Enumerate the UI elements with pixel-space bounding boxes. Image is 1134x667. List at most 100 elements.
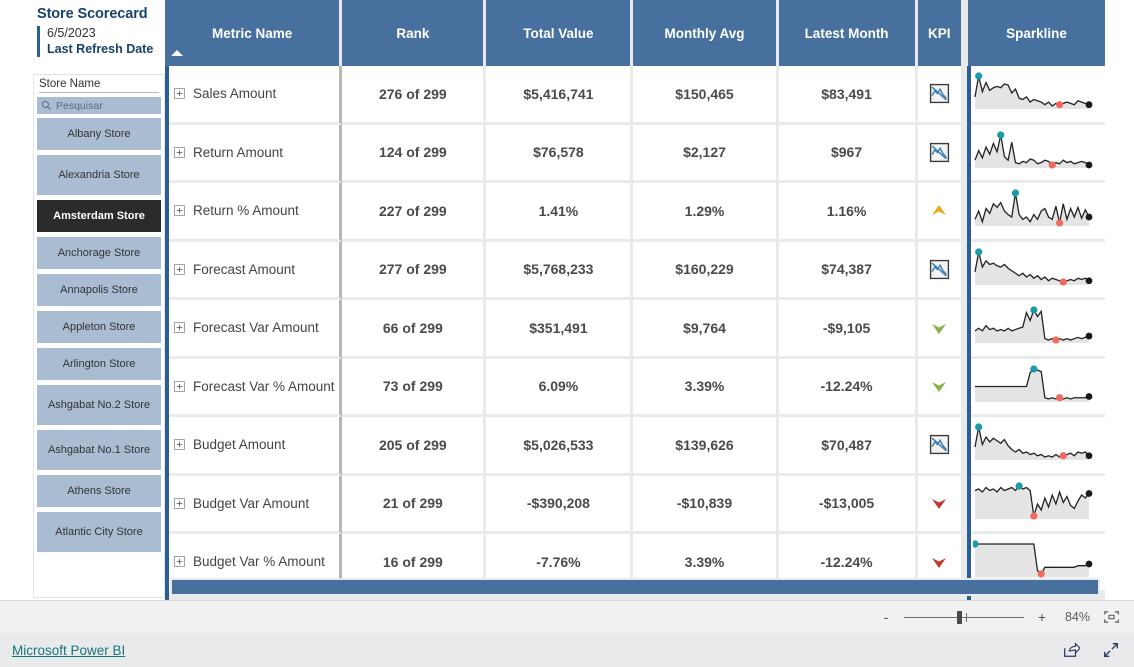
zoom-slider[interactable]: [904, 610, 1024, 624]
metric-name-label: Forecast Amount: [193, 261, 296, 277]
metric-name-label: Budget Var Amount: [193, 495, 310, 511]
store-slicer-label: Anchorage Store: [57, 246, 141, 259]
expand-plus-icon[interactable]: [174, 556, 185, 568]
expand-plus-icon[interactable]: [174, 146, 185, 158]
store-slicer-item[interactable]: Annapolis Store: [37, 274, 161, 306]
microsoft-power-bi-link[interactable]: Microsoft Power BI: [12, 643, 125, 658]
cell-metric-name[interactable]: Return Amount: [165, 124, 343, 183]
cell-rank: 227 of 299: [342, 183, 487, 242]
cell-total-value: $5,416,741: [486, 66, 634, 125]
arrow-down-icon: [932, 323, 947, 334]
table-row[interactable]: Budget Var Amount 21 of 299 -$390,208 -$10,…: [165, 475, 1105, 534]
column-header-monthly-avg[interactable]: Monthly Avg: [633, 0, 779, 66]
table-row[interactable]: Return % Amount 227 of 299 1.41% 1.29% 1.16%: [165, 183, 1105, 242]
table-row[interactable]: Forecast Amount 277 of 299 $5,768,233 $160,…: [165, 241, 1105, 300]
store-slicer-label: Ashgabat No.2 Store: [47, 398, 151, 411]
cell-metric-name[interactable]: Budget Amount: [165, 417, 343, 476]
column-header-label: Latest Month: [804, 25, 889, 41]
table-row[interactable]: Return Amount 124 of 299 $76,578 $2,127 $967: [165, 124, 1105, 183]
store-slicer-label: Albany Store: [67, 127, 131, 140]
sparkline-low-marker: [1052, 336, 1060, 344]
cell-rank: 124 of 299: [342, 124, 487, 183]
store-slicer-item[interactable]: Ashgabat No.1 Store: [37, 430, 161, 470]
cell-latest-month: -12.24%: [778, 358, 918, 417]
zoom-out-button[interactable]: -: [881, 609, 891, 625]
store-slicer-item[interactable]: Athens Store: [37, 475, 161, 507]
cell-metric-name[interactable]: Forecast Amount: [165, 241, 343, 300]
cell-metric-name[interactable]: Forecast Var % Amount: [165, 358, 343, 417]
cell-sparkline: [967, 358, 1105, 417]
cell-metric-name[interactable]: Sales Amount: [165, 66, 343, 125]
sparkline-end-marker: [1086, 277, 1093, 284]
metric-name-label: Return Amount: [193, 144, 284, 160]
expand-arrows-icon[interactable]: [1102, 641, 1120, 659]
store-slicer-item[interactable]: Albany Store: [37, 118, 161, 150]
store-list[interactable]: Albany Store Alexandria Store Amsterdam St…: [34, 114, 164, 552]
store-slicer-item[interactable]: Anchorage Store: [37, 237, 161, 269]
zoom-slider-thumb[interactable]: [957, 611, 962, 624]
search-input[interactable]: Pesquisar: [37, 97, 161, 114]
cell-rank: 21 of 299: [342, 475, 487, 534]
table-row[interactable]: Forecast Var % Amount 73 of 299 6.09% 3.39%…: [165, 358, 1105, 417]
cell-sparkline: [967, 66, 1105, 125]
expand-plus-icon[interactable]: [174, 205, 185, 217]
cell-metric-name[interactable]: Budget Var Amount: [165, 475, 343, 534]
expand-plus-icon[interactable]: [174, 380, 185, 392]
share-icon[interactable]: [1062, 641, 1080, 659]
cell-rank: 205 of 299: [342, 417, 487, 476]
expand-plus-icon[interactable]: [174, 263, 185, 275]
table-row[interactable]: Sales Amount 276 of 299 $5,416,741 $150,465…: [165, 66, 1105, 125]
sort-ascending-icon: [171, 50, 183, 56]
horizontal-scrollbar[interactable]: [170, 578, 1100, 596]
cell-metric-name[interactable]: Return % Amount: [165, 183, 343, 242]
cell-monthly-avg: 3.39%: [633, 358, 779, 417]
cell-latest-month: $83,491: [778, 66, 918, 125]
slicer-header: Store Name: [34, 75, 164, 93]
expand-plus-icon[interactable]: [174, 439, 185, 451]
store-slicer-item[interactable]: Amsterdam Store: [37, 200, 161, 232]
sparkline-chart: [974, 72, 1093, 110]
footer-action-icons: [1062, 633, 1120, 667]
expand-plus-icon[interactable]: [174, 88, 185, 100]
trend-down-chart-icon: [929, 259, 949, 279]
column-header-total-value[interactable]: Total Value: [486, 0, 634, 66]
metric-name-label: Forecast Var % Amount: [193, 378, 335, 394]
sparkline-end-marker: [1086, 560, 1093, 568]
cell-latest-month: $967: [778, 124, 918, 183]
store-slicer-item[interactable]: Alexandria Store: [37, 155, 161, 195]
column-header-kpi[interactable]: KPI: [917, 0, 968, 66]
column-header-rank[interactable]: Rank: [342, 0, 487, 66]
table-row[interactable]: Budget Amount 205 of 299 $5,026,533 $139,62…: [165, 417, 1105, 476]
search-placeholder: Pesquisar: [56, 99, 103, 112]
cell-monthly-avg: $9,764: [633, 300, 779, 359]
cell-metric-name[interactable]: Forecast Var Amount: [165, 300, 343, 359]
store-slicer-item[interactable]: Atlantic City Store: [37, 512, 161, 552]
expand-plus-icon[interactable]: [174, 322, 185, 334]
fit-to-screen-icon[interactable]: [1103, 610, 1120, 624]
scorecard-left-panel: Store Scorecard 6/5/2023 Last Refresh Da…: [33, 0, 189, 600]
sparkline-end-marker: [1086, 452, 1093, 460]
column-header-sparkline[interactable]: Sparkline: [967, 0, 1105, 66]
cell-latest-month: -$9,105: [778, 300, 918, 359]
powerbi-report-canvas: Store Scorecard 6/5/2023 Last Refresh Da…: [0, 0, 1134, 667]
sparkline-high-marker: [1015, 482, 1024, 490]
table-row[interactable]: Forecast Var Amount 66 of 299 $351,491 $9,7…: [165, 300, 1105, 359]
zoom-in-button[interactable]: +: [1037, 609, 1047, 625]
store-slicer-item[interactable]: Ashgabat No.2 Store: [37, 385, 161, 425]
cell-sparkline: [967, 417, 1105, 476]
cell-latest-month: $70,487: [778, 417, 918, 476]
expand-plus-icon[interactable]: [174, 497, 185, 509]
column-header-metric-name[interactable]: Metric Name: [165, 0, 343, 66]
store-slicer-item[interactable]: Appleton Store: [37, 311, 161, 343]
sparkline-chart: [975, 482, 1093, 520]
cell-rank: 73 of 299: [342, 358, 487, 417]
sparkline-chart: [974, 423, 1093, 461]
arrow-up-icon: [932, 204, 947, 215]
store-slicer-label: Annapolis Store: [60, 283, 138, 296]
zoom-slider-tick: [966, 613, 967, 622]
cell-monthly-avg: $150,465: [633, 66, 779, 125]
column-header-label: KPI: [928, 25, 951, 41]
store-slicer-item[interactable]: Arlington Store: [37, 348, 161, 380]
sparkline-high-marker: [975, 423, 983, 431]
column-header-latest-month[interactable]: Latest Month: [778, 0, 918, 66]
